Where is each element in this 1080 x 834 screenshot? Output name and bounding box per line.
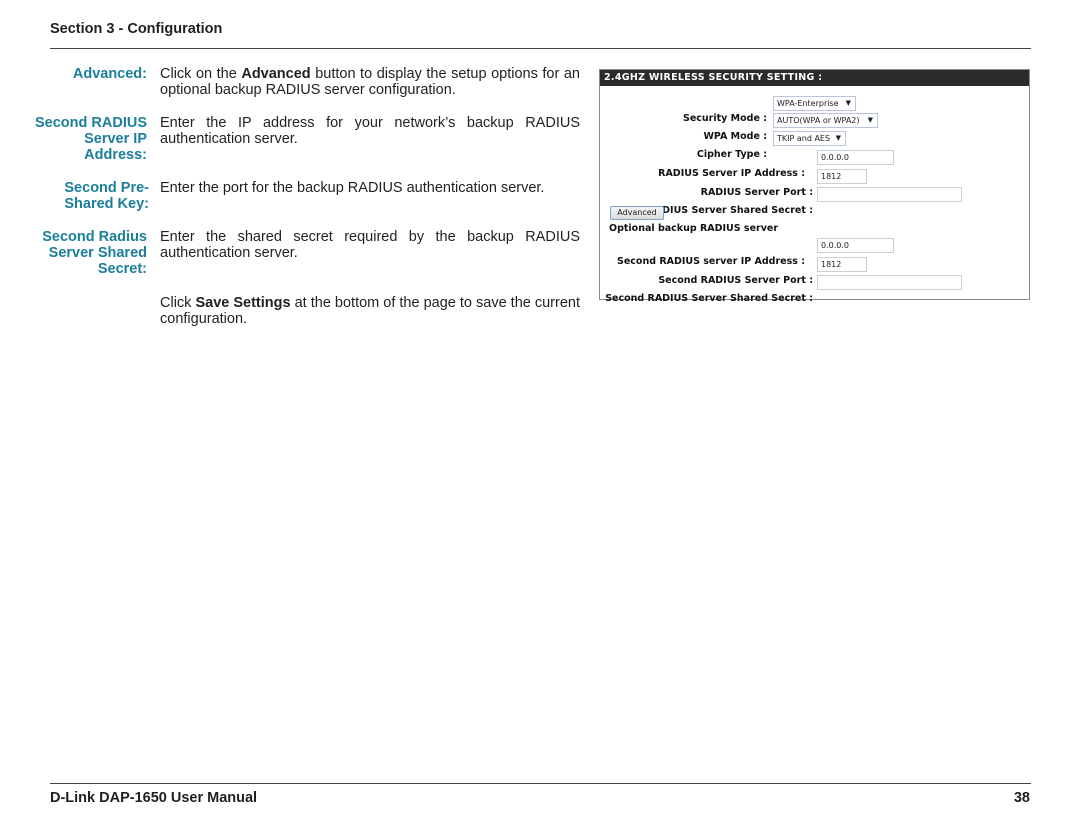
panel-title: 2.4GHZ WIRELESS SECURITY SETTING : (600, 70, 1029, 86)
term-description: Enter the IP address for your network’s … (160, 115, 580, 147)
term-label: Advanced: (72, 66, 147, 82)
wpa-mode-select[interactable]: AUTO(WPA or WPA2) ▼ (773, 113, 878, 128)
wpa-mode-label: WPA Mode : (703, 131, 767, 142)
radius-port-input[interactable]: 1812 (817, 169, 867, 184)
second-port-input[interactable]: 1812 (817, 257, 867, 272)
second-ip-label: Second RADIUS server IP Address : (617, 256, 805, 267)
term-description: Enter the port for the backup RADIUS aut… (160, 180, 545, 196)
term-description: Click Save Settings at the bottom of the… (160, 295, 580, 327)
security-mode-select[interactable]: WPA-Enterprise ▼ (773, 96, 856, 111)
radius-ip-input[interactable]: 0.0.0.0 (817, 150, 894, 165)
optional-backup-title: Optional backup RADIUS server (609, 223, 779, 234)
security-mode-label: Security Mode : (683, 113, 767, 124)
radius-secret-label: RADIUS Server Shared Secret : (647, 205, 814, 216)
header-divider (50, 48, 1031, 49)
advanced-button[interactable]: Advanced (610, 206, 664, 220)
manual-title: D-Link DAP-1650 User Manual (50, 790, 258, 806)
cipher-type-select[interactable]: TKIP and AES ▼ (773, 131, 846, 146)
second-port-label: Second RADIUS Server Port : (658, 275, 813, 286)
second-ip-input[interactable]: 0.0.0.0 (817, 238, 894, 253)
radius-ip-label: RADIUS Server IP Address : (658, 168, 805, 179)
term-label: Second Pre-Shared Key: (64, 180, 149, 212)
term-description: Click on the Advanced button to display … (160, 66, 580, 98)
chevron-down-icon: ▼ (845, 99, 851, 107)
footer-divider (50, 783, 1031, 784)
second-secret-input[interactable] (817, 275, 962, 290)
radius-port-label: RADIUS Server Port : (700, 187, 813, 198)
section-title: Section 3 - Configuration (50, 21, 223, 37)
page-number: 38 (1013, 790, 1030, 806)
second-secret-label: Second RADIUS Server Shared Secret : (605, 293, 813, 304)
term-label: Second Radius Server Shared Secret: (42, 229, 147, 277)
radius-secret-input[interactable] (817, 187, 962, 202)
term-description: Enter the shared secret required by the … (160, 229, 580, 261)
chevron-down-icon: ▼ (835, 134, 841, 142)
chevron-down-icon: ▼ (867, 116, 873, 124)
cipher-type-label: Cipher Type : (696, 149, 767, 160)
wireless-security-panel: 2.4GHZ WIRELESS SECURITY SETTING : Secur… (599, 69, 1030, 304)
term-label: Second RADIUS Server IP Address: (35, 115, 147, 163)
